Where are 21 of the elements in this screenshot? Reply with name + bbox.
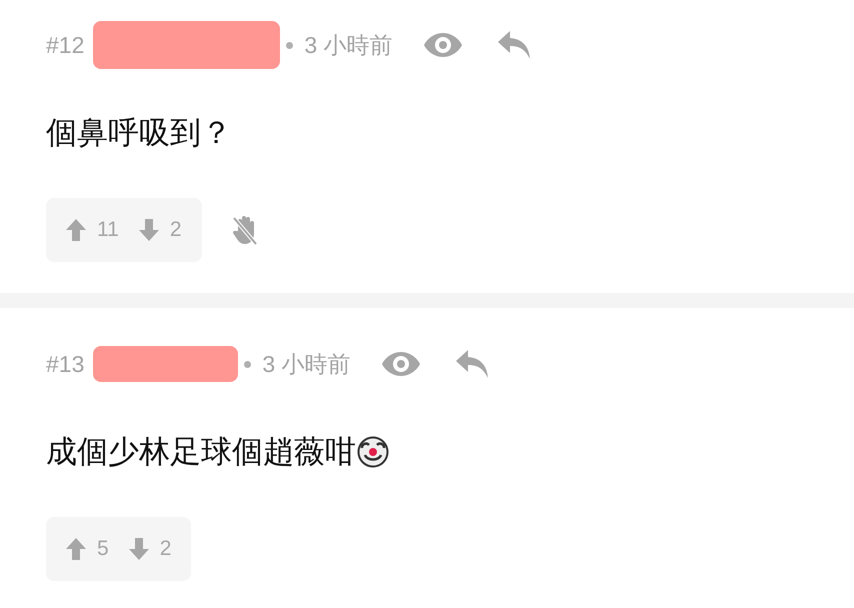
post-text: 個鼻呼吸到？ — [46, 114, 232, 152]
down-arrow-icon — [138, 219, 159, 241]
reply-icon[interactable] — [454, 349, 489, 379]
post-number: #12 — [46, 32, 84, 58]
up-arrow-icon — [66, 538, 86, 560]
hand-blocked-icon[interactable] — [232, 215, 258, 245]
upvote-button[interactable]: 5 — [66, 537, 109, 561]
up-arrow-icon — [66, 219, 86, 241]
separator-dot-icon — [244, 360, 252, 368]
post-time: 3 小時前 — [262, 350, 351, 378]
post-time: 3 小時前 — [304, 30, 393, 60]
down-arrow-icon — [128, 538, 149, 560]
downvote-button[interactable]: 2 — [138, 218, 182, 242]
downvote-button[interactable]: 2 — [128, 537, 172, 561]
separator-dot-icon — [286, 42, 294, 48]
upvote-button[interactable]: 11 — [66, 218, 119, 242]
post-number: #13 — [46, 350, 84, 378]
eye-icon[interactable] — [380, 351, 421, 377]
eye-icon[interactable] — [422, 32, 463, 58]
post-text: 成個少林足球個趙薇咁 — [46, 433, 356, 471]
reply-icon[interactable] — [496, 30, 531, 60]
